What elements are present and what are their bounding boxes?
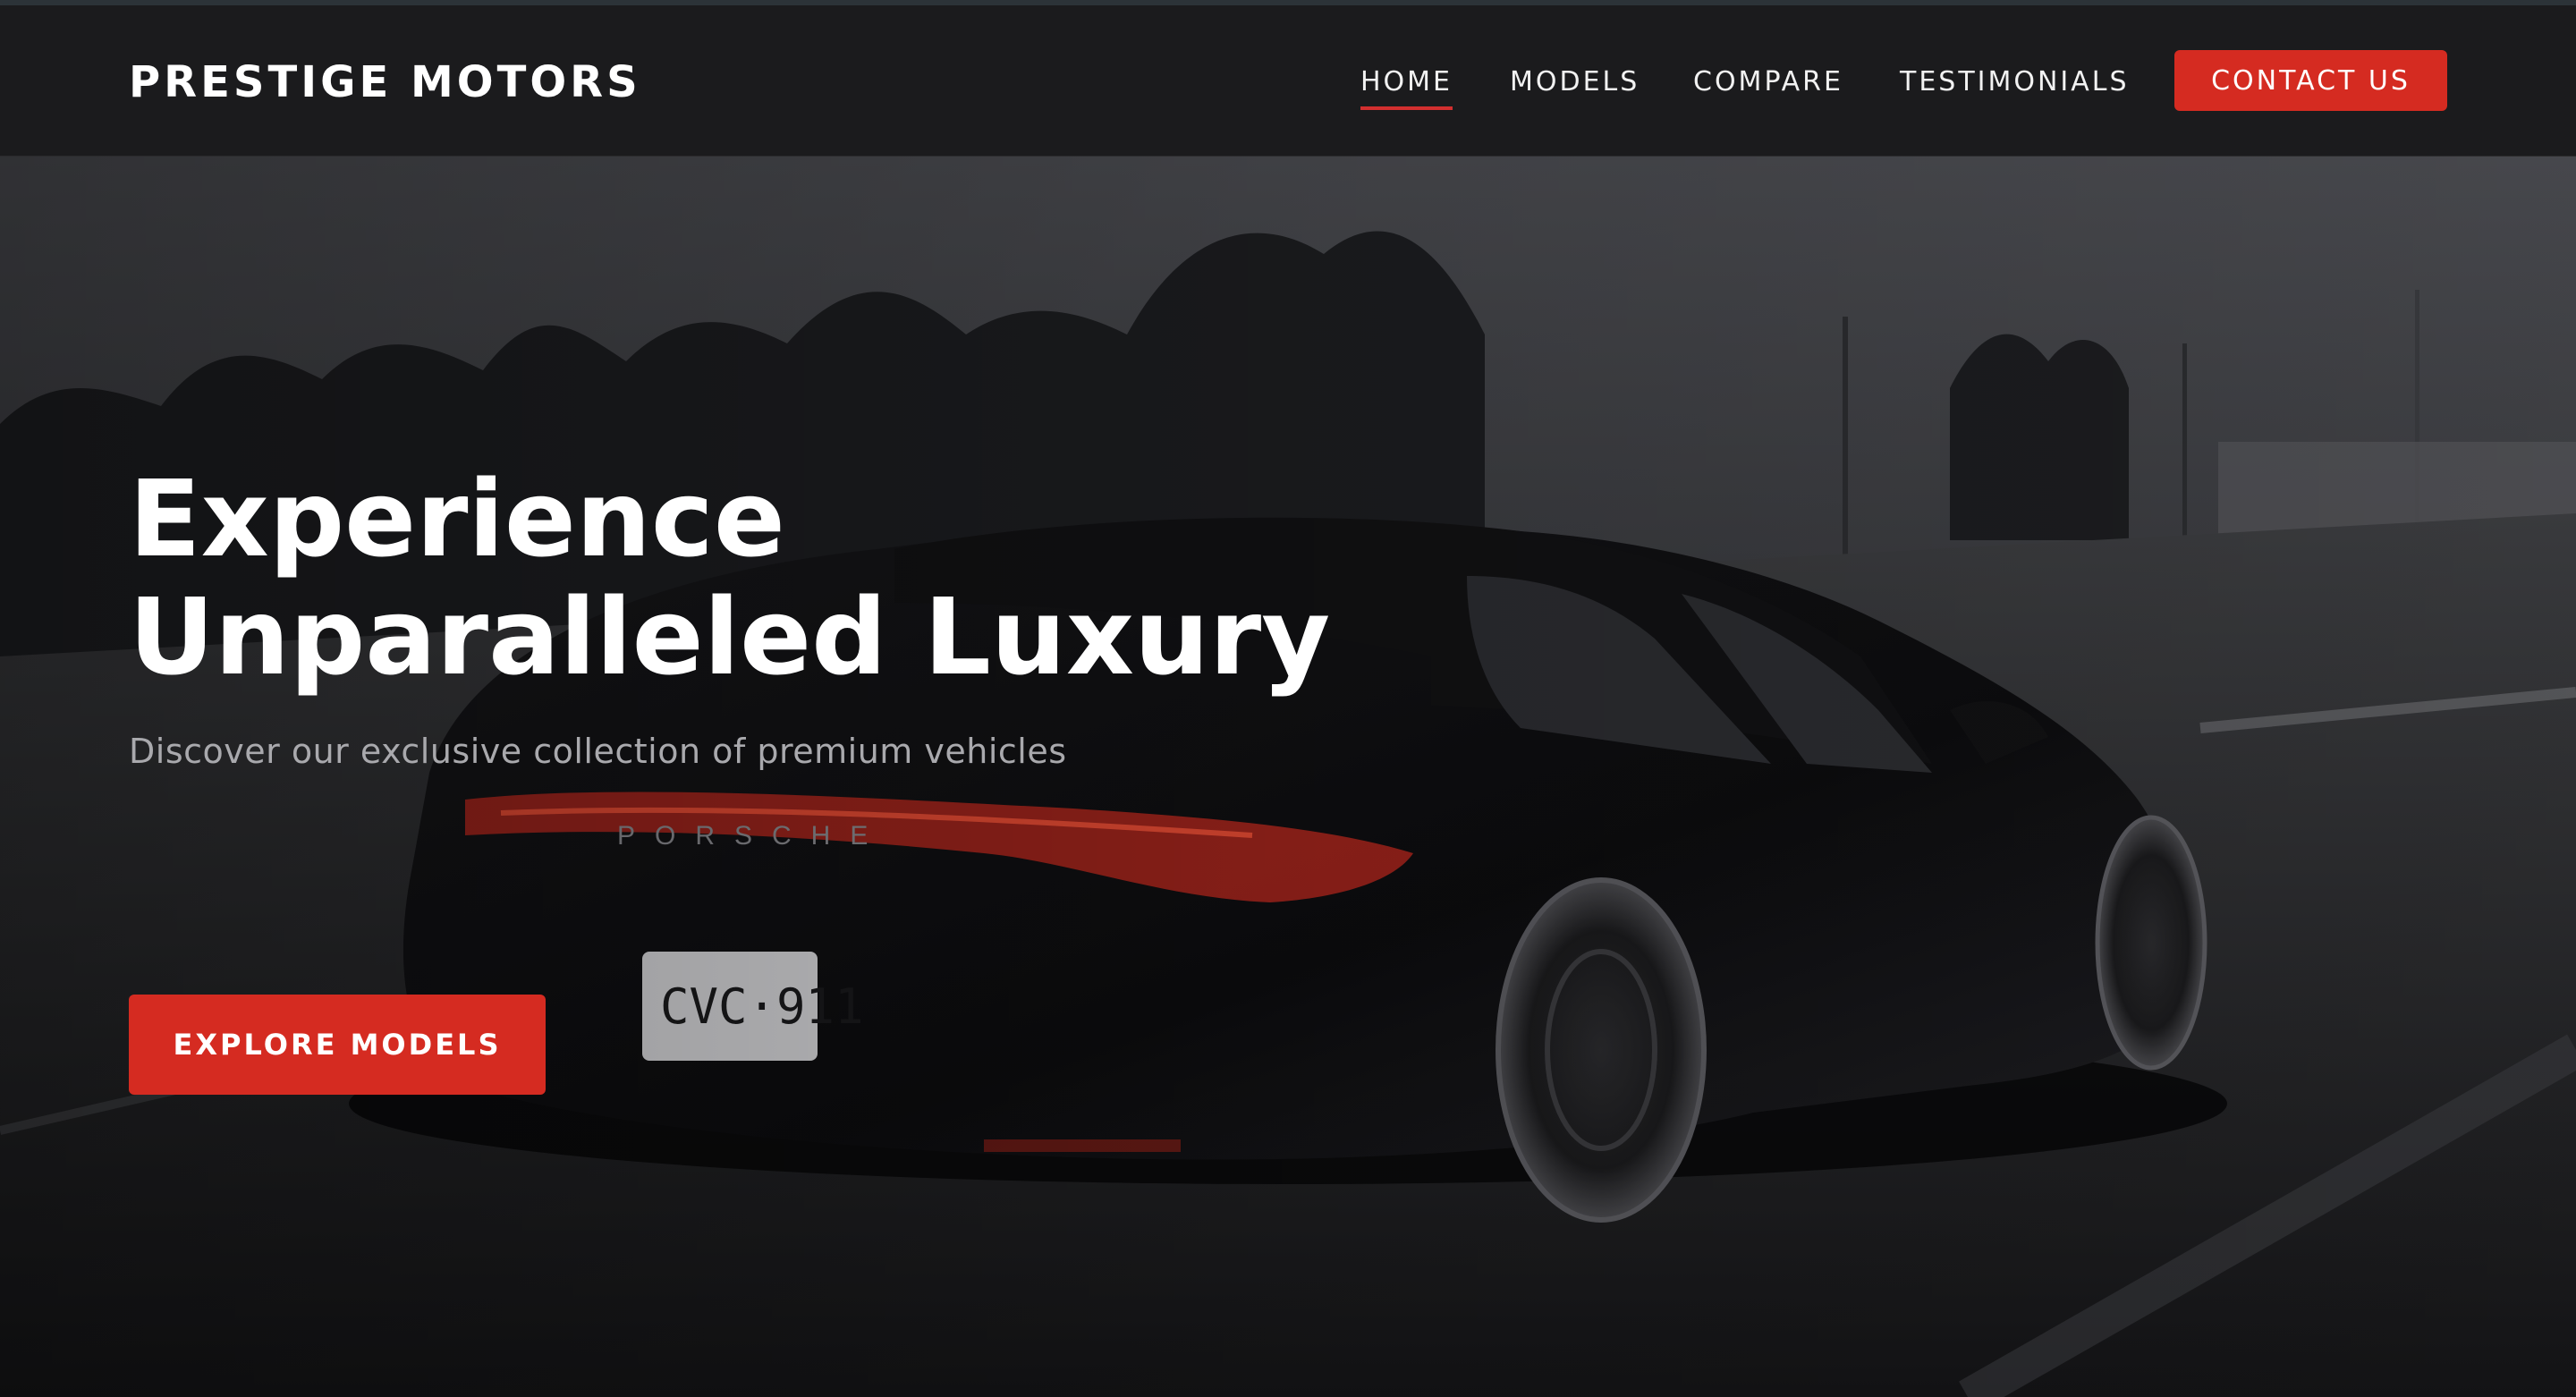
site-header: PRESTIGE MOTORS HOME MODELS COMPARE TEST… <box>0 5 2576 157</box>
main-nav: HOME MODELS COMPARE TESTIMONIALS CONTACT… <box>0 5 2576 156</box>
hero-subtitle: Discover our exclusive collection of pre… <box>129 732 1067 771</box>
nav-testimonials-link[interactable]: TESTIMONIALS <box>1900 66 2130 97</box>
explore-models-button[interactable]: EXPLORE MODELS <box>129 995 546 1095</box>
nav-home-link[interactable]: HOME <box>1360 66 1453 110</box>
hero-dark-overlay <box>0 156 2576 1397</box>
contact-us-button[interactable]: CONTACT US <box>2174 50 2447 111</box>
nav-models-link[interactable]: MODELS <box>1510 66 1640 97</box>
hero-section: PORSCHE CVC·911 Experience Unparalleled … <box>0 156 2576 1397</box>
nav-compare-link[interactable]: COMPARE <box>1693 66 1843 97</box>
hero-title: Experience Unparalleled Luxury <box>129 457 1331 698</box>
hero-content: Experience Unparalleled Luxury Discover … <box>129 457 1560 1095</box>
